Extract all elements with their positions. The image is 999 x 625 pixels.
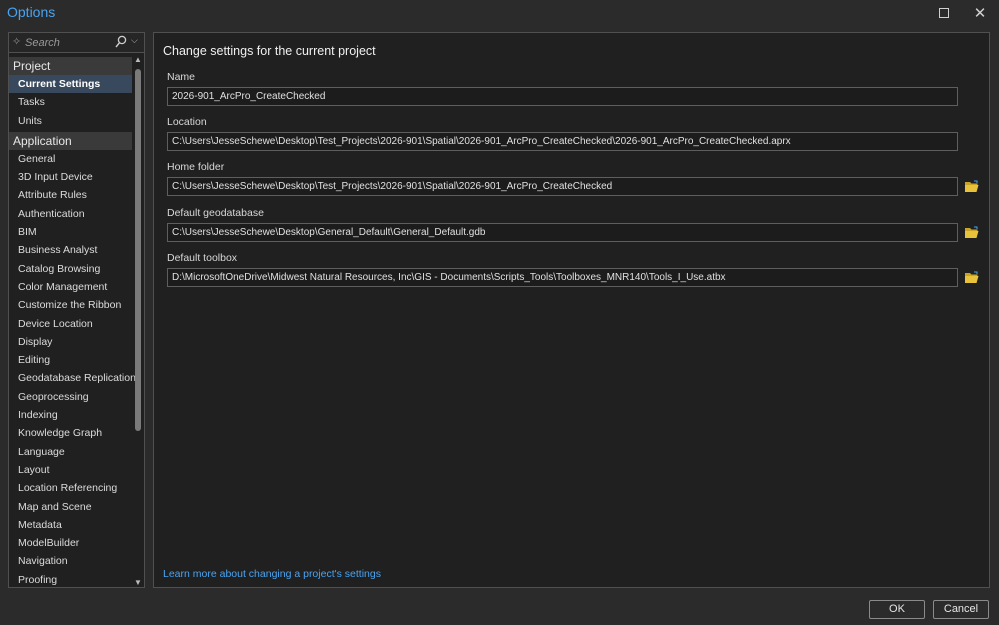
field-label-default-geodatabase: Default geodatabase xyxy=(167,206,264,219)
sidebar-item-general[interactable]: General xyxy=(9,150,132,168)
sparkle-icon: ✧ xyxy=(12,36,22,48)
maximize-icon xyxy=(939,8,949,18)
field-label-name: Name xyxy=(167,71,196,83)
sidebar-item-indexing[interactable]: Indexing xyxy=(9,406,132,424)
window-title: Options xyxy=(7,4,56,20)
nav-group-application: Application xyxy=(9,131,132,150)
sidebar-item-modelbuilder[interactable]: ModelBuilder xyxy=(9,534,132,552)
scroll-down-icon[interactable]: ▼ xyxy=(134,578,142,587)
sidebar-item-navigation[interactable]: Navigation xyxy=(9,552,132,570)
sidebar-item-location-referencing[interactable]: Location Referencing xyxy=(9,479,132,497)
page-title: Change settings for the current project xyxy=(163,44,376,58)
chevron-down-icon[interactable]: ⌵ xyxy=(131,35,138,46)
browse-folder-icon[interactable] xyxy=(964,226,979,239)
sidebar-item-map-and-scene[interactable]: Map and Scene xyxy=(9,498,132,516)
sidebar-item-units[interactable]: Units xyxy=(9,112,132,130)
nav-scrollbar[interactable]: ▲ ▼ xyxy=(133,55,144,587)
sidebar-item-authentication[interactable]: Authentication xyxy=(9,205,132,223)
browse-folder-icon[interactable] xyxy=(964,271,979,284)
field-label-location: Location xyxy=(167,116,207,129)
sidebar-item-display[interactable]: Display xyxy=(9,333,132,351)
settings-nav-list: Project Current Settings Tasks Units Appli… xyxy=(9,55,136,587)
field-label-home-folder: Home folder xyxy=(167,161,225,174)
sidebar-item-language[interactable]: Language xyxy=(9,443,132,461)
field-location[interactable]: C:\Users\JesseSchewe\Desktop\Test_Projec… xyxy=(167,132,958,152)
field-default-geodatabase[interactable]: C:\Users\JesseSchewe\Desktop\General_Def… xyxy=(167,222,958,242)
sidebar-item-geoprocessing[interactable]: Geoprocessing xyxy=(9,388,132,406)
sidebar-item-metadata[interactable]: Metadata xyxy=(9,516,132,534)
sidebar-item-business-analyst[interactable]: Business Analyst xyxy=(9,241,132,259)
sidebar-item-device-location[interactable]: Device Location xyxy=(9,315,132,333)
close-icon: ✕ xyxy=(973,4,987,22)
field-default-toolbox[interactable]: D:\MicrosoftOneDrive\Midwest Natural Res… xyxy=(167,267,958,287)
sidebar-item-attribute-rules[interactable]: Attribute Rules xyxy=(9,186,132,204)
scroll-thumb[interactable] xyxy=(135,69,141,431)
sidebar-item-layout[interactable]: Layout xyxy=(9,461,132,479)
sidebar-item-geodatabase-replication[interactable]: Geodatabase Replication xyxy=(9,369,136,387)
maximize-button[interactable] xyxy=(926,0,962,26)
browse-folder-icon[interactable] xyxy=(964,180,979,193)
sidebar-item-color-management[interactable]: Color Management xyxy=(9,278,132,296)
field-label-default-toolbox: Default toolbox xyxy=(167,251,238,264)
sidebar-item-catalog-browsing[interactable]: Catalog Browsing xyxy=(9,260,132,278)
scroll-up-icon[interactable]: ▲ xyxy=(134,55,142,64)
sidebar-item-knowledge-graph[interactable]: Knowledge Graph xyxy=(9,424,132,442)
sidebar-item-3d-input-device[interactable]: 3D Input Device xyxy=(9,168,132,186)
ok-button[interactable]: OK xyxy=(869,600,925,619)
nav-group-project: Project xyxy=(9,57,132,75)
field-home-folder[interactable]: C:\Users\JesseSchewe\Desktop\Test_Projec… xyxy=(167,177,958,197)
sidebar-item-customize-the-ribbon[interactable]: Customize the Ribbon xyxy=(9,296,132,314)
settings-nav-panel: ✧ ⌵ Project Current SettingsTasksUnits A… xyxy=(8,32,145,588)
field-name[interactable]: 2026-901_ArcPro_CreateChecked xyxy=(167,87,958,106)
cancel-button[interactable]: Cancel xyxy=(933,600,989,619)
sidebar-item-proofing[interactable]: Proofing xyxy=(9,571,132,587)
search-icon[interactable] xyxy=(115,35,127,49)
sidebar-item-tasks[interactable]: Tasks xyxy=(9,93,132,111)
sidebar-item-current-settings[interactable]: Current Settings xyxy=(9,75,132,94)
title-bar: Options ✕ xyxy=(0,0,999,26)
search-input[interactable] xyxy=(25,35,115,50)
sidebar-item-editing[interactable]: Editing xyxy=(9,351,132,369)
search-box: ✧ ⌵ xyxy=(9,33,144,53)
settings-content-panel: Change settings for the current project … xyxy=(153,32,990,588)
close-button[interactable]: ✕ xyxy=(962,0,998,26)
sidebar-item-bim[interactable]: BIM xyxy=(9,223,132,241)
learn-more-link[interactable]: Learn more about changing a project's se… xyxy=(163,568,381,580)
